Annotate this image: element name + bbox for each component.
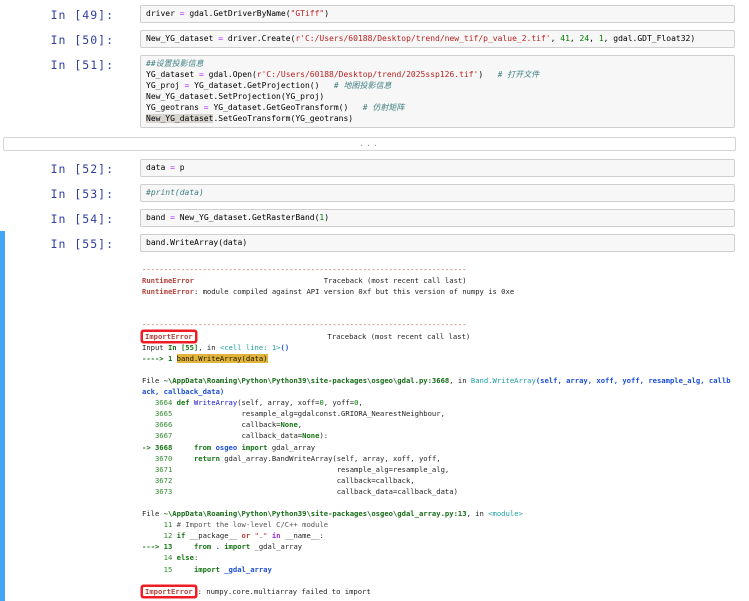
cell-input-row: In [52]: data = p — [5, 159, 749, 177]
code-line: ##设置投影信息 — [146, 58, 729, 69]
traceback-line: 15 import _gdal_array — [142, 564, 749, 575]
code-lines: driver = gdal.GetDriverByName("GTiff") — [146, 8, 729, 19]
traceback-line: 3673 callback_data=callback_data) — [142, 486, 749, 497]
cell-input-row: In [50]: New_YG_dataset = driver.Create(r… — [5, 30, 749, 48]
input-prompt: In [50]: — [5, 30, 140, 46]
cell-input-row: In [53]: #print(data) — [5, 184, 749, 202]
traceback-line: Input In [55], in <cell line: 1>() — [142, 342, 749, 353]
executing-line-highlight: band.WriteArray(data) — [177, 354, 268, 363]
traceback-line: -> 3668 from osgeo import gdal_array — [142, 442, 749, 453]
traceback-line: File ~\AppData\Roaming\Python\Python39\s… — [142, 508, 749, 519]
input-prompt: In [51]: — [5, 55, 140, 71]
traceback-line: ----------------------------------------… — [142, 319, 749, 330]
traceback-line: RuntimeError: module compiled against AP… — [142, 286, 749, 297]
code-line: driver = gdal.GetDriverByName("GTiff") — [146, 8, 729, 19]
code-lines: band = New_YG_dataset.GetRasterBand(1) — [146, 212, 729, 223]
code-line: data = p — [146, 162, 729, 173]
code-line: New_YG_dataset.SetGeoTransform(YG_geotra… — [146, 113, 729, 124]
traceback-line: ImportError: numpy.core.multiarray faile… — [142, 586, 749, 597]
traceback-line — [142, 575, 749, 586]
input-prompt: In [53]: — [5, 184, 140, 200]
traceback-line: 3667 callback_data=None): — [142, 430, 749, 441]
notebook-cell[interactable]: In [51]: ##设置投影信息YG_dataset = gdal.Open(r… — [0, 52, 749, 132]
traceback-line: ack, callback_data) — [142, 386, 749, 397]
notebook-cell[interactable]: In [52]: data = p — [0, 156, 749, 181]
importerror-annotation-box: ImportError — [143, 587, 195, 596]
cell-input-row: In [55]: band.WriteArray(data) — [5, 234, 749, 252]
traceback-line: RuntimeError Traceback (most recent call… — [142, 275, 749, 286]
input-prompt: In [49]: — [5, 5, 140, 21]
code-line: New_YG_dataset = driver.Create(r'C:/User… — [146, 33, 729, 44]
code-line: YG_geotrans = YG_dataset.GetGeoTransform… — [146, 102, 729, 113]
traceback-line: 14 else: — [142, 552, 749, 563]
code-line: #print(data) — [146, 187, 729, 198]
traceback-line: 12 if __package__ or "." in __name__: — [142, 530, 749, 541]
traceback-line — [142, 497, 749, 508]
traceback-line: ImportError Traceback (most recent call … — [142, 331, 749, 342]
traceback-line: 11 # Import the low-level C/C++ module — [142, 519, 749, 530]
code-lines: #print(data) — [146, 187, 729, 198]
traceback-line: ----------------------------------------… — [142, 264, 749, 275]
code-line: band.WriteArray(data) — [146, 237, 729, 248]
code-lines: ##设置投影信息YG_dataset = gdal.Open(r'C:/User… — [146, 58, 729, 124]
code-line: New_YG_dataset.SetProjection(YG_proj) — [146, 91, 729, 102]
input-prompt: In [54]: — [5, 209, 140, 225]
traceback-line: 3666 callback=None, — [142, 419, 749, 430]
code-input[interactable]: ##设置投影信息YG_dataset = gdal.Open(r'C:/User… — [140, 55, 735, 128]
traceback-line: 3670 return gdal_array.BandWriteArray(se… — [142, 453, 749, 464]
cell-input-row: In [51]: ##设置投影信息YG_dataset = gdal.Open(r… — [5, 55, 749, 128]
traceback-line: ---> 13 from . import _gdal_array — [142, 541, 749, 552]
code-input[interactable]: band = New_YG_dataset.GetRasterBand(1) — [140, 209, 735, 227]
notebook-cell[interactable]: In [55]: band.WriteArray(data) -----------… — [0, 231, 749, 601]
code-input[interactable]: driver = gdal.GetDriverByName("GTiff") — [140, 5, 735, 23]
traceback-line: 3664 def WriteArray(self, array, xoff=0,… — [142, 397, 749, 408]
code-line: band = New_YG_dataset.GetRasterBand(1) — [146, 212, 729, 223]
notebook-cell[interactable]: In [54]: band = New_YG_dataset.GetRasterB… — [0, 206, 749, 231]
code-lines: data = p — [146, 162, 729, 173]
traceback-line — [142, 308, 749, 319]
traceback-line — [142, 364, 749, 375]
cell-list: In [49]: driver = gdal.GetDriverByName("G… — [0, 2, 749, 601]
code-input[interactable]: data = p — [140, 159, 735, 177]
code-input[interactable]: band.WriteArray(data) — [140, 234, 735, 252]
input-prompt: In [52]: — [5, 159, 140, 175]
cell-input-row: In [54]: band = New_YG_dataset.GetRasterB… — [5, 209, 749, 227]
notebook-cell[interactable]: In [50]: New_YG_dataset = driver.Create(r… — [0, 27, 749, 52]
matching-word-highlight: New_YG_dataset — [146, 114, 213, 123]
traceback-line: ----> 1 band.WriteArray(data) — [142, 353, 749, 364]
traceback-line — [142, 297, 749, 308]
code-lines: New_YG_dataset = driver.Create(r'C:/User… — [146, 33, 729, 44]
code-input[interactable]: New_YG_dataset = driver.Create(r'C:/User… — [140, 30, 735, 48]
importerror-annotation-box: ImportError — [143, 332, 195, 341]
traceback-line: 3665 resample_alg=gdalconst.GRIORA_Neare… — [142, 408, 749, 419]
notebook: In [49]: driver = gdal.GetDriverByName("G… — [0, 0, 749, 601]
collapsed-cells-marker[interactable]: ... — [3, 137, 736, 151]
input-prompt: In [55]: — [5, 234, 140, 250]
code-lines: band.WriteArray(data) — [146, 237, 729, 248]
error-traceback-output: ----------------------------------------… — [140, 252, 749, 597]
code-line: YG_proj = YG_dataset.GetProjection() # 地… — [146, 80, 729, 91]
code-line: YG_dataset = gdal.Open(r'C:/Users/60188/… — [146, 69, 729, 80]
cell-input-row: In [49]: driver = gdal.GetDriverByName("G… — [5, 5, 749, 23]
notebook-cell[interactable]: In [53]: #print(data) — [0, 181, 749, 206]
traceback-line: File ~\AppData\Roaming\Python\Python39\s… — [142, 375, 749, 386]
traceback-line: 3672 callback=callback, — [142, 475, 749, 486]
code-input[interactable]: #print(data) — [140, 184, 735, 202]
traceback-line: 3671 resample_alg=resample_alg, — [142, 464, 749, 475]
notebook-cell[interactable]: In [49]: driver = gdal.GetDriverByName("G… — [0, 2, 749, 27]
